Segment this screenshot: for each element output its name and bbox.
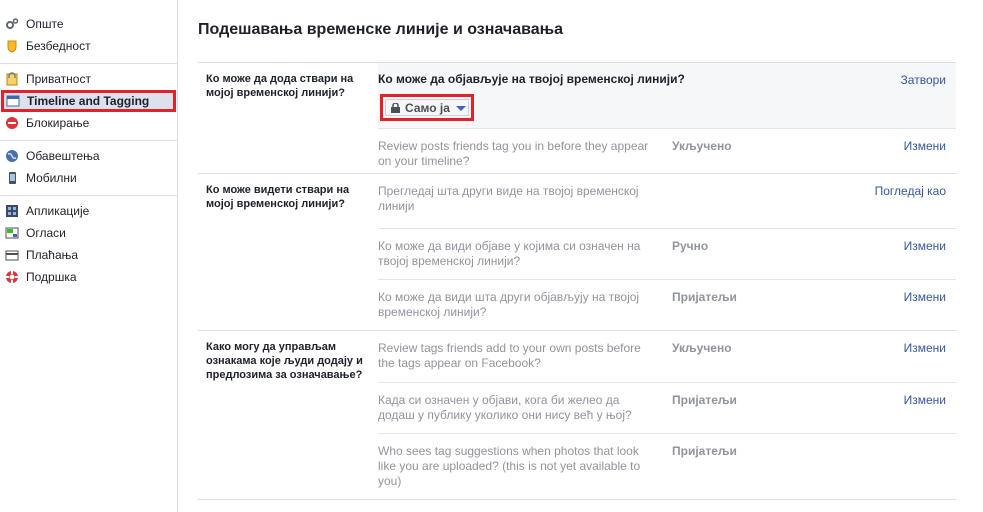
edit-link[interactable]: Измени (904, 239, 946, 253)
row-status: Укључено (672, 139, 732, 153)
row-question: Ко може да објављује на твојој временско… (378, 72, 685, 86)
sidebar-item-general[interactable]: Опште (0, 13, 177, 35)
edit-link[interactable]: Измени (904, 290, 946, 304)
sidebar-item-security[interactable]: Безбедност (0, 35, 177, 57)
settings-row: Када си означен у објави, кога би желео … (378, 382, 956, 433)
edit-link[interactable]: Измени (904, 139, 946, 153)
row-question: Who sees tag suggestions when photos tha… (378, 444, 641, 488)
sidebar-item-notifications[interactable]: Обавештења (0, 145, 177, 167)
nav-group-privacy: Приватност Timeline and Tagging Блокирањ… (0, 64, 177, 141)
sidebar-item-privacy[interactable]: Приватност (0, 68, 177, 90)
row-status: Пријатељи (672, 444, 737, 458)
row-question: Прегледај шта други виде на твојој време… (378, 184, 639, 213)
row-question: Review tags friends add to your own post… (378, 341, 641, 370)
sidebar-item-label: Приватност (26, 72, 91, 86)
nav-group-apps: Апликације Огласи Плаћања Подршка (0, 196, 177, 294)
sidebar-item-label: Плаћања (26, 248, 79, 262)
audience-selector-face: Само ја (385, 99, 469, 116)
timeline-icon (6, 95, 20, 107)
section-label: Ко може да дода ствари на мојој временск… (206, 73, 354, 99)
edit-link[interactable]: Измени (904, 393, 946, 407)
chevron-down-icon (456, 106, 466, 111)
sidebar-item-blocking[interactable]: Блокирање (0, 112, 177, 134)
nav-group-notifications: Обавештења Мобилни (0, 141, 177, 196)
row-question: Када си означен у објави, кога би желео … (378, 393, 632, 422)
apps-icon (6, 205, 18, 217)
sidebar-item-label: Апликације (26, 204, 90, 218)
block-icon (6, 117, 18, 129)
row-question: Ко може да види објаве у којима си означ… (378, 239, 641, 268)
sidebar-item-label: Timeline and Tagging (27, 94, 150, 108)
sidebar-item-apps[interactable]: Апликације (0, 200, 177, 222)
settings-row-expanded: Ко може да објављује на твојој временско… (378, 63, 956, 128)
settings-section: Како могу да управљам ознакама које људи… (198, 330, 956, 500)
sidebar-item-mobile[interactable]: Мобилни (0, 167, 177, 189)
nav-group-account: Опште Безбедност (0, 0, 177, 64)
settings-section: Ко може да дода ствари на мојој временск… (198, 62, 956, 173)
settings-row: Прегледај шта други виде на твојој време… (378, 174, 956, 228)
settings-content: Подешавања временске линије и означавања… (178, 0, 983, 512)
sidebar-item-support[interactable]: Подршка (0, 266, 177, 288)
lock-icon (391, 103, 400, 113)
close-link[interactable]: Затвори (901, 73, 946, 87)
sidebar-item-ads[interactable]: Огласи (0, 222, 177, 244)
edit-link[interactable]: Измени (904, 341, 946, 355)
sidebar-item-label: Блокирање (26, 116, 90, 130)
settings-sidebar: Опште Безбедност Приватност Timeline and… (0, 0, 178, 512)
sidebar-item-label: Огласи (26, 226, 66, 240)
lifebuoy-icon (6, 271, 18, 283)
settings-section: Ко може видети ствари на мојој временско… (198, 173, 956, 330)
row-status: Укључено (672, 341, 732, 355)
sidebar-item-label: Безбедност (26, 39, 91, 53)
settings-row: Ко може да види шта други објављују на т… (378, 279, 956, 331)
globe-icon (6, 150, 18, 162)
sidebar-item-timeline-and-tagging[interactable]: Timeline and Tagging (1, 90, 176, 112)
view-as-link[interactable]: Погледај као (875, 184, 946, 198)
section-label: Како могу да управљам ознакама које људи… (206, 341, 363, 381)
row-status: Пријатељи (672, 290, 737, 304)
sidebar-item-label: Опште (26, 17, 64, 31)
row-question: Review posts friends tag you in before t… (378, 139, 649, 168)
row-status: Пријатељи (672, 393, 737, 407)
gear-icon (6, 18, 19, 29)
shield-icon (7, 40, 17, 53)
audience-label: Само ја (405, 101, 450, 115)
section-label: Ко може видети ствари на мојој временско… (206, 184, 350, 210)
ads-icon (5, 227, 19, 239)
sidebar-item-payments[interactable]: Плаћања (0, 244, 177, 266)
sidebar-item-label: Обавештења (26, 149, 100, 163)
settings-row: Ко може да види објаве у којима си означ… (378, 228, 956, 279)
audience-selector-button[interactable]: Само ја (380, 94, 474, 121)
section-rows: Прегледај шта други виде на твојој време… (378, 174, 956, 331)
row-question: Ко може да види шта други објављују на т… (378, 290, 640, 319)
card-icon (5, 250, 19, 261)
settings-row: Review tags friends add to your own post… (378, 331, 956, 382)
section-rows: Ко може да објављује на твојој временско… (378, 63, 956, 174)
row-status: Ручно (672, 239, 709, 253)
sidebar-item-label: Подршка (26, 270, 77, 284)
settings-row: Who sees tag suggestions when photos tha… (378, 433, 956, 499)
section-rows: Review tags friends add to your own post… (378, 331, 956, 499)
mobile-icon (9, 172, 16, 184)
page-title: Подешавања временске линије и означавања (198, 21, 564, 38)
settings-row: Review posts friends tag you in before t… (378, 128, 956, 174)
lock-icon (6, 72, 18, 86)
sidebar-item-label: Мобилни (26, 171, 77, 185)
